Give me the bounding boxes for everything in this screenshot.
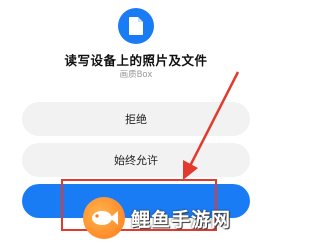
- dialog-title: 读写设备上的照片及文件: [64, 53, 208, 68]
- watermark-text: 鲤鱼手游网: [131, 208, 232, 231]
- deny-button[interactable]: 拒绝: [22, 102, 250, 136]
- dialog-subtitle: 画质Box: [119, 70, 153, 80]
- watermark: 鲤鱼手游网: [83, 196, 263, 240]
- always-allow-button[interactable]: 始终允许: [22, 143, 250, 177]
- file-icon: [118, 8, 154, 44]
- fish-logo-icon: [83, 197, 125, 239]
